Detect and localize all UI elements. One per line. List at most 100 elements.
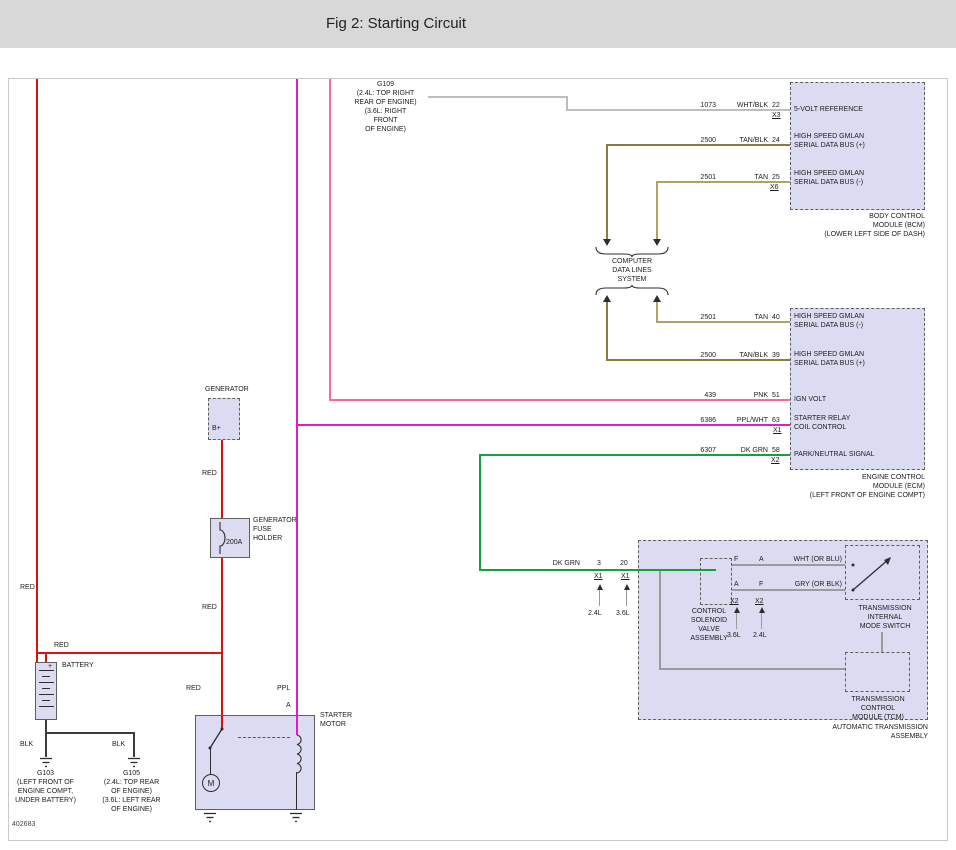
- battery-plate: [39, 694, 54, 695]
- wire-red-battery-stub: [45, 652, 47, 662]
- wire-tag-ppl: PPL: [277, 684, 290, 693]
- wire-black-g105: [133, 732, 135, 757]
- assembly-caption: AUTOMATIC TRANSMISSION: [778, 723, 928, 732]
- solenoid-valve-box: [700, 558, 732, 605]
- fuse-rating: 200A: [226, 538, 242, 547]
- wire-purple-starter: [296, 79, 298, 735]
- pin-letter: F: [759, 580, 763, 589]
- ecm-pin-function: SERIAL DATA BUS (-): [794, 321, 863, 330]
- ground-icon: [288, 812, 304, 824]
- pin-number: 3: [597, 559, 601, 568]
- g109-label: OF ENGINE): [344, 125, 427, 134]
- assembly-caption: ASSEMBLY: [778, 732, 928, 741]
- pin-letter: A: [734, 580, 739, 589]
- circuit-number: 1073: [690, 101, 716, 110]
- engine-variant: 3.6L: [616, 609, 630, 618]
- wire-red-battery-branch: [36, 652, 223, 654]
- connector-arrow-icon: [624, 584, 630, 590]
- ecm-caption: ENGINE CONTROL: [775, 473, 925, 482]
- g105-label: (2.4L: TOP REAR: [89, 778, 174, 787]
- data-lines-label: COMPUTER: [597, 257, 667, 266]
- ecm-pin-function: PARK/NEUTRAL SIGNAL: [794, 450, 875, 459]
- starter-caption: STARTER: [320, 711, 352, 720]
- generator-label: GENERATOR: [205, 385, 249, 394]
- battery-plate: [42, 700, 50, 701]
- title-bar: Fig 2: Starting Circuit: [0, 0, 956, 48]
- ecm-pin-function: COIL CONTROL: [794, 423, 846, 432]
- solenoid-caption: ASSEMBLY: [680, 634, 738, 643]
- mode-switch-caption: INTERNAL: [845, 613, 925, 622]
- pin-number: 39: [772, 351, 780, 360]
- bcm-pin-function: HIGH SPEED GMLAN: [794, 169, 864, 178]
- solenoid-caption: VALVE: [680, 625, 738, 634]
- battery-plate: [39, 682, 54, 683]
- wire-tanblk-drop-upper: [606, 144, 608, 239]
- ecm-pin-function: IGN VOLT: [794, 395, 826, 404]
- g105-label: (3.6L: LEFT REAR: [89, 796, 174, 805]
- generator-box: [208, 398, 240, 440]
- wire-whtblk-g109: [428, 96, 568, 98]
- battery-plus: +: [48, 662, 52, 671]
- wire-tanblk-drop-lower: [606, 302, 608, 360]
- ecm-module-box: [790, 308, 925, 470]
- coil-ground-line: [296, 772, 297, 810]
- ground-icon: [38, 757, 54, 769]
- connector-id: X3: [772, 111, 781, 120]
- circuit-number: 6307: [690, 446, 716, 455]
- ecm-pin-function: STARTER RELAY: [794, 414, 850, 423]
- wire-black-branch: [45, 732, 134, 734]
- g109-label: (2.4L: TOP RIGHT: [344, 89, 427, 98]
- wire-color-label: TAN/BLK: [718, 351, 768, 360]
- connector-id: X2: [771, 456, 780, 465]
- connector-arrow-icon: [597, 584, 603, 590]
- circuit-number: 439: [690, 391, 716, 400]
- battery-label: BATTERY: [62, 661, 94, 670]
- fuse-holder-label: FUSE: [253, 525, 272, 534]
- pin-number: 51: [772, 391, 780, 400]
- wire-red-starter-feed: [221, 652, 223, 729]
- pin-number: 58: [772, 446, 780, 455]
- x1-stub-a: [599, 590, 600, 606]
- wire-tag-dkgrn: DK GRN: [528, 559, 580, 568]
- tcm-caption: TRANSMISSION: [838, 695, 918, 704]
- pin-number: 22: [772, 101, 780, 110]
- wire-red-generator: [221, 440, 223, 518]
- mode-switch-caption: MODE SWITCH: [845, 622, 925, 631]
- arrow-up-icon: [653, 295, 661, 302]
- g105-label: OF ENGINE): [89, 787, 174, 796]
- motor-icon: M: [202, 774, 220, 792]
- generator-terminal: B+: [212, 424, 221, 433]
- bcm-pin-function: HIGH SPEED GMLAN: [794, 132, 864, 141]
- wire-pink-vertical: [329, 79, 331, 400]
- starter-caption: MOTOR: [320, 720, 346, 729]
- battery-plate: [39, 706, 54, 707]
- fuse-holder-label: GENERATOR: [253, 516, 297, 525]
- wire-tag-blk: BLK: [20, 740, 33, 749]
- connector-id: X1: [773, 426, 782, 435]
- g109-label: G109: [344, 80, 427, 89]
- wire-gray-mode-top: [732, 564, 845, 566]
- g103-label: G103: [3, 769, 88, 778]
- bcm-caption: BODY CONTROL: [775, 212, 925, 221]
- wire-gray-mode-bottom: [732, 589, 845, 591]
- pin-number: 24: [772, 136, 780, 145]
- mode-switch-caption: TRANSMISSION: [845, 604, 925, 613]
- wire-color-label: DK GRN: [718, 446, 768, 455]
- pin-number: 40: [772, 313, 780, 322]
- wire-green-vertical: [479, 454, 481, 571]
- circuit-number: 2501: [690, 173, 716, 182]
- bcm-caption: MODULE (BCM): [775, 221, 925, 230]
- ecm-pin-function: SERIAL DATA BUS (+): [794, 359, 865, 368]
- wire-color-label: TAN/BLK: [718, 136, 768, 145]
- solenoid-caption: SOLENOID: [680, 616, 738, 625]
- wire-gray-tcm-horizontal: [659, 668, 845, 670]
- ecm-caption: MODULE (ECM): [775, 482, 925, 491]
- arrow-down-icon: [603, 239, 611, 246]
- mode-switch-icon: [845, 545, 920, 600]
- wire-color-label: PPL/WHT: [718, 416, 768, 425]
- pin-letter: F: [734, 555, 738, 564]
- data-lines-label: DATA LINES: [597, 266, 667, 275]
- connector-id: X1: [594, 572, 603, 581]
- circuit-number: 2500: [690, 136, 716, 145]
- pin-number: 25: [772, 173, 780, 182]
